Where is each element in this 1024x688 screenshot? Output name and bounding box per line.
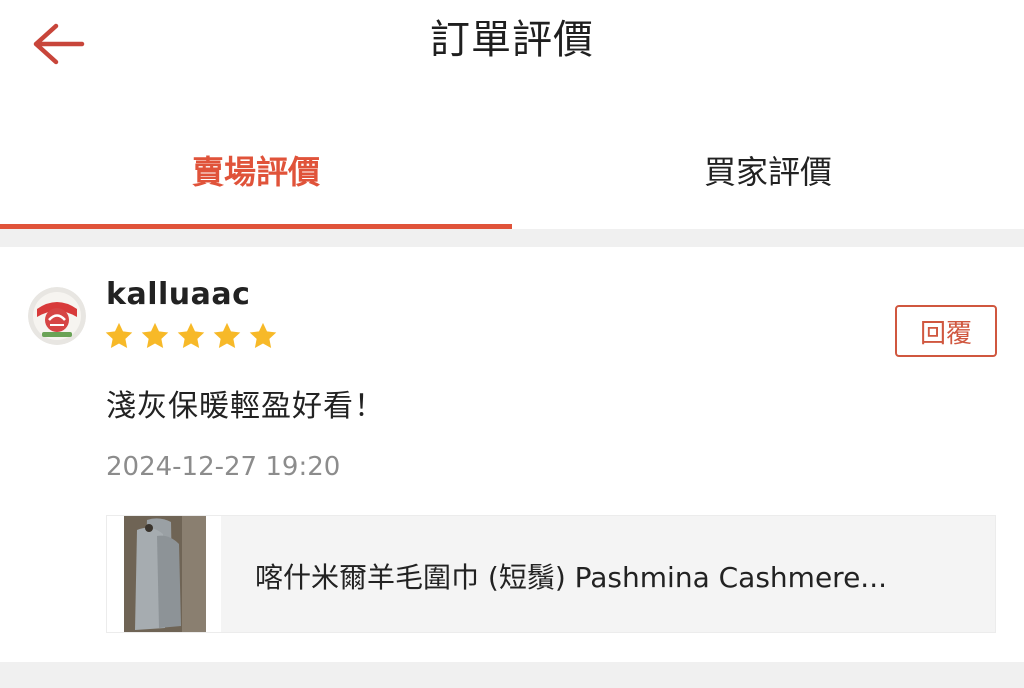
review-comment: 淺灰保暖輕盈好看！ — [106, 389, 385, 424]
tab-shop-reviews[interactable]: 賣場評價 — [0, 120, 512, 220]
star-icon — [249, 322, 277, 348]
product-thumbnail — [107, 516, 221, 632]
star-icon — [177, 322, 205, 348]
page-title: 訂單評價 — [430, 17, 594, 63]
review-timestamp: 2024-12-27 19:20 — [106, 452, 341, 482]
section-divider — [0, 229, 1024, 247]
review-card: kalluaac 回覆 淺灰保暖輕盈好看！ 2024-12-27 19:20 喀… — [0, 247, 1024, 662]
product-card[interactable]: 喀什米爾羊毛圍巾 (短鬚) Pashmina Cashmere... — [106, 515, 996, 633]
header-bar: 訂單評價 — [0, 0, 1024, 88]
review-tabs: 賣場評價 買家評價 — [0, 120, 1024, 230]
star-icon — [213, 322, 241, 348]
avatar[interactable] — [28, 287, 86, 345]
section-divider — [0, 662, 1024, 688]
avatar-image — [28, 287, 86, 345]
product-name: 喀什米爾羊毛圍巾 (短鬚) Pashmina Cashmere... — [255, 561, 887, 594]
star-icon — [105, 322, 133, 348]
star-rating — [104, 321, 278, 351]
reply-button[interactable]: 回覆 — [895, 305, 997, 357]
star-icon — [141, 322, 169, 348]
reviewer-username: kalluaac — [106, 277, 251, 312]
tab-buyer-reviews[interactable]: 買家評價 — [512, 120, 1024, 220]
